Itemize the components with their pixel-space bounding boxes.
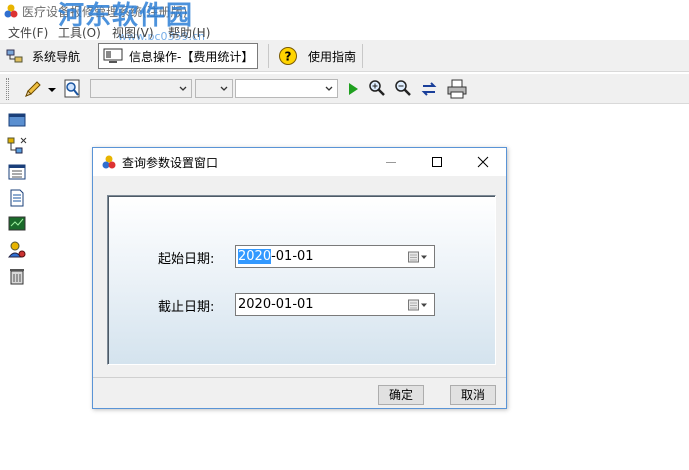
filter-combo-1[interactable] <box>90 79 192 98</box>
dialog-footer-divider <box>93 377 506 378</box>
user-settings-icon[interactable] <box>7 240 27 260</box>
end-date-picker[interactable]: 2020-01-01 <box>235 293 435 316</box>
nav-system-label: 系统导航 <box>32 49 81 64</box>
dialog-parameter-panel: 起始日期: 2020-01-01 截止日期: 2020-01-01 <box>107 195 496 365</box>
chevron-down-icon <box>179 86 187 91</box>
user-guide-button[interactable]: ? 使用指南 <box>274 43 360 69</box>
list-table-icon[interactable] <box>7 162 27 182</box>
end-date-label: 截止日期: <box>158 300 215 315</box>
chart-monitor-icon[interactable] <box>7 214 27 234</box>
query-parameter-dialog: 查询参数设置窗口 起始日期: 2020-01-01 截止日期: 2020-01-… <box>92 147 507 409</box>
dropdown-arrow-icon[interactable] <box>46 78 58 100</box>
start-date-month-day: -01-01 <box>271 249 314 264</box>
nav-info-label: 信息操作-【费用统计】 <box>129 49 254 64</box>
menu-file[interactable]: 文件(F) <box>8 24 48 41</box>
play-run-icon[interactable] <box>342 78 364 100</box>
navigation-tree-icon <box>6 49 23 63</box>
chevron-down-icon <box>220 86 228 91</box>
document-icon[interactable] <box>7 188 27 208</box>
zoom-out-icon[interactable] <box>392 78 414 100</box>
tree-structure-icon[interactable] <box>7 136 27 156</box>
left-toolbar <box>0 104 34 470</box>
dialog-title: 查询参数设置窗口 <box>122 156 219 170</box>
nav-info-button[interactable]: 信息操作-【费用统计】 <box>98 43 259 69</box>
maximize-icon <box>432 157 442 167</box>
close-icon <box>477 156 489 168</box>
nav-separator <box>268 44 269 68</box>
start-date-label: 起始日期: <box>158 252 215 267</box>
menu-bar: 文件(F) 工具(O) 视图(V) 帮助(H) <box>0 22 689 40</box>
cancel-button[interactable]: 取消 <box>450 385 496 405</box>
start-date-picker[interactable]: 2020-01-01 <box>235 245 435 268</box>
calendar-dropdown-icon[interactable] <box>408 299 428 311</box>
navigation-bar: 系统导航 信息操作-【费用统计】 ? 使用指南 <box>0 40 689 72</box>
chevron-down-icon <box>325 86 333 91</box>
maximize-button[interactable] <box>414 148 460 176</box>
calendar-dropdown-icon[interactable] <box>408 251 428 263</box>
zoom-in-icon[interactable] <box>366 78 388 100</box>
app-logo-icon <box>4 4 18 18</box>
menu-help[interactable]: 帮助(H) <box>168 24 210 41</box>
user-guide-label: 使用指南 <box>308 49 357 64</box>
dialog-title-bar[interactable]: 查询参数设置窗口 <box>93 148 506 176</box>
start-date-year-selected: 2020 <box>238 249 272 264</box>
preview-search-icon[interactable] <box>62 78 84 100</box>
menu-tools[interactable]: 工具(O) <box>58 24 101 41</box>
minimize-icon <box>386 162 396 163</box>
printer-icon[interactable] <box>446 78 468 100</box>
monitor-icon <box>103 48 123 63</box>
start-date-value[interactable]: 2020-01-01 <box>238 249 314 264</box>
filter-combo-2[interactable] <box>195 79 233 98</box>
help-question-icon: ? <box>279 47 297 65</box>
confirm-button[interactable]: 确定 <box>378 385 424 405</box>
main-toolbar <box>0 74 689 104</box>
trash-bin-icon[interactable] <box>7 266 27 286</box>
minimize-button[interactable] <box>368 148 414 176</box>
close-button[interactable] <box>460 148 506 176</box>
filter-combo-3[interactable] <box>235 79 338 98</box>
nav-system-button[interactable]: 系统导航 <box>2 43 84 69</box>
app-logo-icon <box>102 155 116 169</box>
title-bar: 医疗设备报修管理系统(注册版) 河东软件园 www.pc0359.cn <box>0 0 689 43</box>
toolbar-grip[interactable] <box>6 78 9 100</box>
pencil-edit-icon[interactable] <box>22 78 44 100</box>
menu-view[interactable]: 视图(V) <box>112 24 154 41</box>
window-view-icon[interactable] <box>7 110 27 130</box>
refresh-arrows-icon[interactable] <box>418 78 440 100</box>
nav-separator <box>362 44 363 68</box>
svg-text:?: ? <box>285 50 292 64</box>
end-date-value[interactable]: 2020-01-01 <box>238 297 314 312</box>
